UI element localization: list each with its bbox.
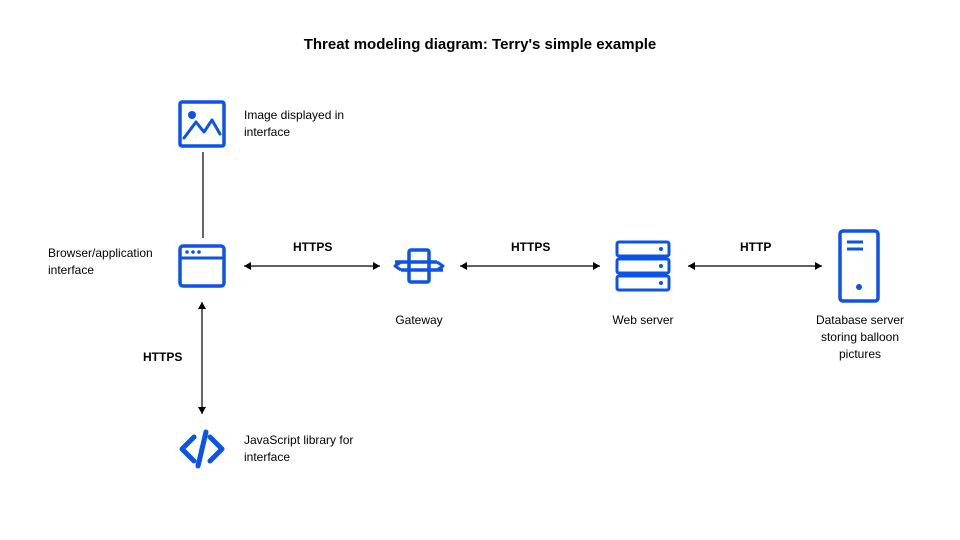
gateway-icon [393,240,445,292]
connector-browser-gateway [238,258,386,274]
node-image-label: Image displayed in interface [244,107,364,141]
connector-image-browser [201,152,205,238]
connector-webserver-database [682,258,828,274]
edge-gateway-webserver-label: HTTPS [511,240,550,254]
browser-window-icon [176,240,228,292]
node-gateway [393,240,445,292]
node-webserver-label: Web server [608,312,678,329]
node-jslib-label: JavaScript library for interface [244,432,374,466]
code-icon [176,423,228,475]
node-jslib [176,423,228,475]
server-stack-icon [613,236,673,296]
edge-browser-jslib-label: HTTPS [143,350,182,364]
node-browser-label: Browser/application interface [48,245,168,279]
server-tower-icon [835,227,883,305]
diagram-title: Threat modeling diagram: Terry's simple … [0,36,960,53]
node-browser [176,240,228,292]
edge-browser-gateway-label: HTTPS [293,240,332,254]
connector-browser-jslib [194,296,210,420]
connector-gateway-webserver [454,258,606,274]
node-webserver [613,236,673,296]
edge-webserver-database-label: HTTP [740,240,771,254]
node-database [835,227,883,305]
node-gateway-label: Gateway [393,312,445,329]
node-image [176,98,228,150]
picture-icon [176,98,228,150]
node-database-label: Database server storing balloon pictures [812,312,908,362]
